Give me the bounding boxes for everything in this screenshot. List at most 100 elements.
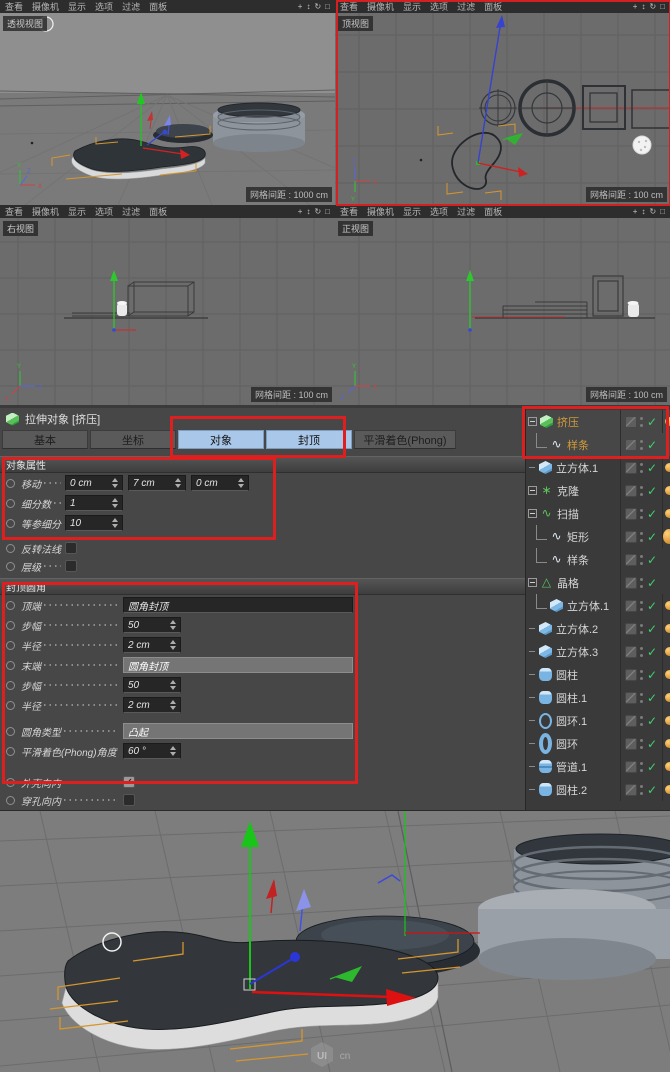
visibility-dots-icon[interactable] bbox=[640, 600, 644, 612]
rotate-icon[interactable]: ↻ bbox=[649, 207, 656, 216]
layer-square-icon[interactable] bbox=[625, 577, 637, 589]
layer-square-icon[interactable] bbox=[625, 600, 637, 612]
layer-square-icon[interactable] bbox=[625, 761, 637, 773]
enabled-check-icon[interactable]: ✓ bbox=[647, 738, 657, 750]
visibility-dots-icon[interactable] bbox=[640, 761, 644, 773]
menu-panel[interactable]: 面板 bbox=[484, 0, 502, 13]
enabled-check-icon[interactable]: ✓ bbox=[647, 508, 657, 520]
material-tag-icon[interactable] bbox=[663, 529, 670, 544]
visibility-dots-icon[interactable] bbox=[640, 623, 644, 635]
anim-dot-icon[interactable] bbox=[6, 621, 15, 630]
rotate-icon[interactable]: ↻ bbox=[314, 207, 321, 216]
material-tag-icon[interactable] bbox=[665, 762, 670, 771]
viewport-scene-main[interactable]: UI cn bbox=[0, 811, 670, 1072]
move-y-field[interactable]: 7 cm bbox=[128, 475, 186, 491]
menu-options[interactable]: 选项 bbox=[430, 205, 448, 218]
menu-view[interactable]: 查看 bbox=[340, 205, 358, 218]
top-radius-field[interactable]: 2 cm bbox=[123, 637, 181, 653]
anim-dot-icon[interactable] bbox=[6, 562, 15, 571]
om-item-cube-1b[interactable]: 立方体.1 ✓ bbox=[526, 594, 670, 617]
menu-filter[interactable]: 过滤 bbox=[122, 205, 140, 218]
material-tag-icon[interactable] bbox=[665, 463, 670, 472]
material-tag-icon[interactable] bbox=[665, 693, 670, 702]
om-item-cube-2[interactable]: 立方体.2 ✓ bbox=[526, 617, 670, 640]
layer-square-icon[interactable] bbox=[625, 485, 637, 497]
menu-filter[interactable]: 过滤 bbox=[457, 205, 475, 218]
visibility-dots-icon[interactable] bbox=[640, 554, 644, 566]
enabled-check-icon[interactable]: ✓ bbox=[647, 715, 657, 727]
collapse-icon[interactable] bbox=[528, 486, 537, 495]
menu-view[interactable]: 查看 bbox=[5, 0, 23, 13]
enabled-check-icon[interactable]: ✓ bbox=[647, 669, 657, 681]
iso-subdivision-field[interactable]: 10 bbox=[65, 515, 123, 531]
visibility-dots-icon[interactable] bbox=[640, 738, 644, 750]
material-tag-icon[interactable] bbox=[665, 601, 670, 610]
hole-inward-checkbox[interactable] bbox=[123, 794, 135, 806]
maximize-icon[interactable]: □ bbox=[325, 2, 330, 11]
top-end-dropdown[interactable]: 圆角封顶 bbox=[123, 597, 353, 613]
visibility-dots-icon[interactable] bbox=[640, 715, 644, 727]
move-x-field[interactable]: 0 cm bbox=[65, 475, 123, 491]
layer-square-icon[interactable] bbox=[625, 462, 637, 474]
anim-dot-icon[interactable] bbox=[6, 681, 15, 690]
bottom-radius-field[interactable]: 2 cm bbox=[123, 697, 181, 713]
enabled-check-icon[interactable]: ✓ bbox=[647, 623, 657, 635]
anim-dot-icon[interactable] bbox=[6, 499, 15, 508]
maximize-icon[interactable]: □ bbox=[660, 207, 665, 216]
visibility-dots-icon[interactable] bbox=[640, 531, 644, 543]
menu-options[interactable]: 选项 bbox=[95, 205, 113, 218]
material-tag-icon[interactable] bbox=[665, 716, 670, 725]
menu-panel[interactable]: 面板 bbox=[149, 205, 167, 218]
visibility-dots-icon[interactable] bbox=[640, 669, 644, 681]
visibility-dots-icon[interactable] bbox=[640, 577, 644, 589]
pan-icon[interactable]: + bbox=[298, 207, 303, 216]
layer-square-icon[interactable] bbox=[625, 738, 637, 750]
om-item-circle-1[interactable]: 圆环.1 ✓ bbox=[526, 709, 670, 732]
visibility-dots-icon[interactable] bbox=[640, 485, 644, 497]
material-tag-icon[interactable] bbox=[665, 647, 670, 656]
om-item-cube-3[interactable]: 立方体.3 ✓ bbox=[526, 640, 670, 663]
om-item-cylinder-1[interactable]: 圆柱.1 ✓ bbox=[526, 686, 670, 709]
om-item-torus[interactable]: 圆环 ✓ bbox=[526, 732, 670, 755]
anim-dot-icon[interactable] bbox=[6, 661, 15, 670]
anim-dot-icon[interactable] bbox=[6, 544, 15, 553]
viewport-right[interactable]: 查看 摄像机 显示 选项 过滤 面板 + ↕ ↻ □ 右视图 网格间距 : 10… bbox=[0, 205, 335, 405]
hierarchy-checkbox[interactable] bbox=[65, 560, 77, 572]
menu-camera[interactable]: 摄像机 bbox=[32, 0, 59, 13]
top-steps-field[interactable]: 50 bbox=[123, 617, 181, 633]
rotate-icon[interactable]: ↻ bbox=[314, 2, 321, 11]
material-tag-icon[interactable] bbox=[665, 739, 670, 748]
enabled-check-icon[interactable]: ✓ bbox=[647, 485, 657, 497]
enabled-check-icon[interactable]: ✓ bbox=[647, 554, 657, 566]
viewport-scene-right[interactable]: Y Z X bbox=[0, 218, 335, 405]
viewport-top[interactable]: 查看 摄像机 显示 选项 过滤 面板 + ↕ ↻ □ 顶视图 网格间距 : 10… bbox=[335, 0, 670, 205]
visibility-dots-icon[interactable] bbox=[640, 416, 644, 428]
rotate-icon[interactable]: ↻ bbox=[649, 2, 656, 11]
zoom-icon[interactable]: ↕ bbox=[641, 2, 645, 11]
material-tag-icon[interactable] bbox=[665, 509, 670, 518]
tab-basic[interactable]: 基本 bbox=[2, 430, 88, 449]
zoom-icon[interactable]: ↕ bbox=[306, 2, 310, 11]
layer-square-icon[interactable] bbox=[625, 784, 637, 796]
menu-camera[interactable]: 摄像机 bbox=[367, 0, 394, 13]
anim-dot-icon[interactable] bbox=[6, 701, 15, 710]
menu-display[interactable]: 显示 bbox=[68, 0, 86, 13]
layer-square-icon[interactable] bbox=[625, 508, 637, 520]
anim-dot-icon[interactable] bbox=[6, 796, 15, 805]
bottom-steps-field[interactable]: 50 bbox=[123, 677, 181, 693]
anim-dot-icon[interactable] bbox=[6, 747, 15, 756]
menu-options[interactable]: 选项 bbox=[95, 0, 113, 13]
pan-icon[interactable]: + bbox=[633, 207, 638, 216]
visibility-dots-icon[interactable] bbox=[640, 646, 644, 658]
menu-panel[interactable]: 面板 bbox=[149, 0, 167, 13]
enabled-check-icon[interactable]: ✓ bbox=[647, 416, 657, 428]
menu-camera[interactable]: 摄像机 bbox=[32, 205, 59, 218]
visibility-dots-icon[interactable] bbox=[640, 508, 644, 520]
menu-display[interactable]: 显示 bbox=[403, 0, 421, 13]
om-item-rectangle[interactable]: ∿ 矩形 ✓ bbox=[526, 525, 670, 548]
tab-phong[interactable]: 平滑着色(Phong) bbox=[354, 430, 456, 449]
om-item-spline[interactable]: ∿ 样条 ✓ bbox=[526, 433, 670, 456]
bottom-end-dropdown[interactable]: 圆角封顶 bbox=[123, 657, 353, 673]
visibility-dots-icon[interactable] bbox=[640, 439, 644, 451]
visibility-dots-icon[interactable] bbox=[640, 462, 644, 474]
